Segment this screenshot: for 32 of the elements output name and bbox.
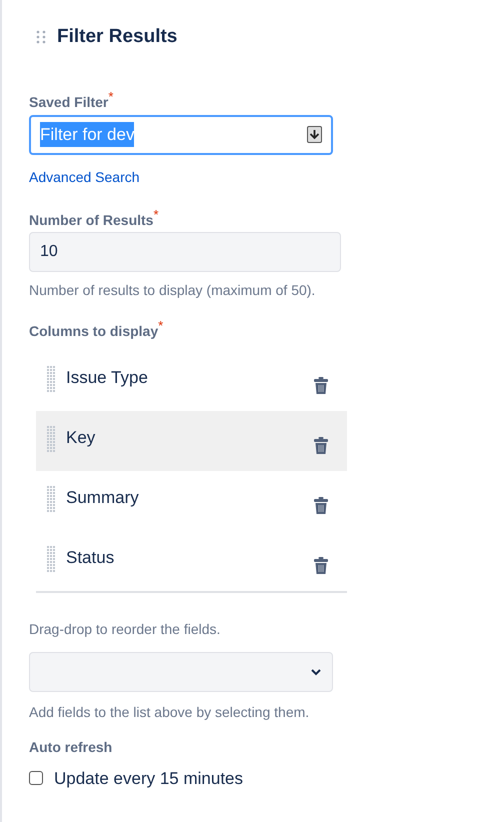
- help-text: Drag-drop to reorder the fields.: [29, 620, 220, 639]
- field-label: Auto refresh: [29, 738, 112, 756]
- help-text: Add fields to the list above by selecting them.: [29, 702, 310, 722]
- checkbox[interactable]: [29, 771, 43, 786]
- trash-icon[interactable]: [314, 436, 328, 454]
- required-mark: *: [158, 318, 164, 332]
- trash-icon[interactable]: [314, 556, 328, 574]
- drag-grip-icon[interactable]: [46, 364, 56, 392]
- advanced-search-link[interactable]: Advanced Search: [29, 166, 140, 188]
- column-row[interactable]: Key: [36, 410, 347, 470]
- column-name: Summary: [66, 486, 140, 508]
- field-label: Saved Filter: [29, 92, 108, 112]
- field-label: Columns to display: [29, 322, 158, 341]
- panel-title: Filter Results: [57, 25, 178, 49]
- drag-grip-icon[interactable]: [46, 544, 56, 572]
- selected-value: Filter for dev: [40, 122, 134, 148]
- checkbox-label: Update every 15 minutes: [54, 768, 243, 790]
- column-name: Issue Type: [66, 366, 149, 388]
- column-name: Status: [66, 546, 116, 568]
- chevron-down-icon: [310, 668, 322, 676]
- select-field[interactable]: [29, 652, 333, 692]
- number-input-field[interactable]: 10: [29, 232, 341, 272]
- column-name: Key: [66, 426, 96, 448]
- help-text: Number of results to display (maximum of 50).: [29, 280, 316, 300]
- trash-icon[interactable]: [314, 496, 328, 514]
- field-label: Number of Results: [29, 210, 154, 230]
- drag-grip-icon[interactable]: [46, 424, 56, 452]
- trash-icon[interactable]: [314, 376, 328, 394]
- required-mark: *: [108, 90, 114, 102]
- drag-handle-icon[interactable]: [36, 30, 46, 44]
- required-mark: *: [153, 208, 159, 220]
- drag-grip-icon[interactable]: [46, 484, 56, 512]
